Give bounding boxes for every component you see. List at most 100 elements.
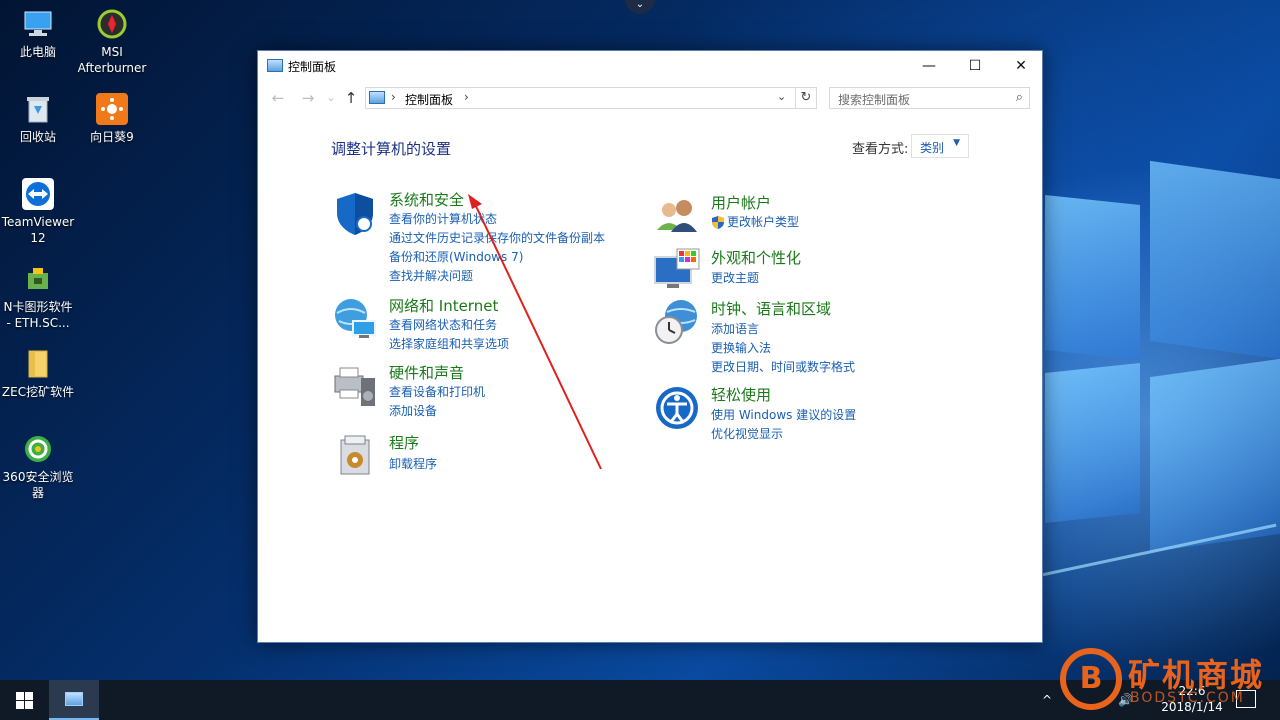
link-change-account-type[interactable]: 更改帐户类型 (727, 213, 799, 230)
category-hardware-sound: 硬件和声音 查看设备和打印机 添加设备 (331, 362, 631, 422)
category-appearance: 外观和个性化 更改主题 (653, 247, 953, 297)
recent-locations-button[interactable]: ⌄ (321, 87, 341, 109)
link-change-theme[interactable]: 更改主题 (711, 269, 759, 286)
desktop-icon-label: 向日葵9 (90, 130, 134, 144)
link-change-input-method[interactable]: 更换输入法 (711, 339, 771, 356)
link-uninstall-program[interactable]: 卸载程序 (389, 455, 437, 472)
link-change-date-time-format[interactable]: 更改日期、时间或数字格式 (711, 358, 855, 375)
desktop-icon-label: ZEC挖矿软件 (1, 385, 75, 399)
breadcrumb-control-panel[interactable]: 控制面板 (405, 91, 453, 108)
search-icon[interactable]: ⌕ (1016, 90, 1023, 105)
desktop-icon-label: 此电脑 (19, 45, 56, 59)
view-by-label: 查看方式: (852, 142, 909, 157)
link-view-computer-status[interactable]: 查看你的计算机状态 (389, 210, 497, 227)
network-globe-icon (331, 295, 379, 343)
category-title[interactable]: 程序 (389, 432, 419, 453)
desktop-icon-nvidia-tool[interactable]: N卡图形软件 - ETH.SC... (0, 263, 76, 331)
navigation-bar: ← → ⌄ ↑ › 控制面板 › ⌄ ↻ 搜索控制面板 ⌕ (258, 85, 1044, 111)
programs-icon (331, 432, 379, 480)
shield-icon (331, 189, 379, 237)
category-title[interactable]: 时钟、语言和区域 (711, 298, 831, 319)
view-by-value: 类别 (920, 141, 945, 155)
wallpaper-window-pane (1045, 363, 1140, 523)
maximize-button[interactable]: ☐ (952, 51, 998, 81)
link-backup-restore[interactable]: 备份和还原(Windows 7) (389, 248, 523, 265)
watermark-site: BODSTC.COM (1130, 690, 1245, 706)
control-panel-icon (369, 91, 385, 104)
desktop-icon-label: TeamViewer 12 (1, 215, 75, 245)
breadcrumb-separator[interactable]: › (464, 90, 469, 104)
link-add-device[interactable]: 添加设备 (389, 402, 437, 419)
desktop-icon-recycle-bin[interactable]: 回收站 (0, 93, 76, 145)
forward-button[interactable]: → (298, 87, 318, 109)
control-panel-icon (65, 692, 83, 706)
refresh-button[interactable]: ↻ (795, 87, 817, 109)
search-input[interactable]: 搜索控制面板 ⌕ (829, 87, 1030, 109)
category-programs: 程序 卸载程序 (331, 432, 631, 482)
watermark: B 矿机商城 BODSTC.COM (1060, 646, 1280, 720)
category-title[interactable]: 外观和个性化 (711, 247, 801, 268)
view-by-dropdown[interactable]: 类别 ▼ (911, 134, 969, 158)
title-bar[interactable]: 控制面板 — ☐ ✕ (258, 51, 1042, 81)
start-button[interactable] (0, 680, 48, 720)
link-network-status[interactable]: 查看网络状态和任务 (389, 316, 497, 333)
up-button[interactable]: ↑ (341, 87, 361, 109)
folder-icon (22, 348, 54, 380)
category-clock-language-region: 时钟、语言和区域 添加语言 更换输入法 更改日期、时间或数字格式 (653, 298, 953, 378)
desktop-icon-label: MSI Afterburner (77, 45, 147, 75)
search-placeholder: 搜索控制面板 (838, 93, 911, 107)
desktop-icon-this-pc[interactable]: 此电脑 (0, 8, 76, 60)
control-panel-icon (267, 59, 283, 72)
link-add-language[interactable]: 添加语言 (711, 320, 759, 337)
desktop-icon-zec-folder[interactable]: ZEC挖矿软件 (0, 348, 76, 400)
desktop-icon-360-browser[interactable]: 360安全浏览 器 (0, 433, 76, 501)
monitor-palette-icon (653, 247, 701, 295)
desktop-icon-msi-afterburner[interactable]: MSI Afterburner (74, 8, 150, 76)
printer-speaker-icon (331, 362, 379, 410)
link-devices-printers[interactable]: 查看设备和打印机 (389, 383, 485, 400)
category-title[interactable]: 轻松使用 (711, 384, 771, 405)
desktop-icon-sunflower[interactable]: 向日葵9 (74, 93, 150, 145)
wallpaper-window-pane (1150, 160, 1280, 360)
category-user-accounts: 用户帐户 更改帐户类型 (653, 192, 953, 242)
computer-icon (22, 8, 54, 40)
windows-logo-icon (16, 692, 24, 700)
watermark-logo: B (1060, 648, 1122, 710)
category-title[interactable]: 硬件和声音 (389, 362, 464, 383)
360-browser-icon (22, 433, 54, 465)
minimize-button[interactable]: — (906, 51, 952, 81)
desktop-icon-teamviewer[interactable]: TeamViewer 12 (0, 178, 76, 246)
tray-overflow-button[interactable]: ^ (1042, 680, 1052, 720)
address-dropdown-icon[interactable]: ⌄ (777, 90, 786, 103)
taskbar-control-panel-button[interactable] (49, 680, 99, 720)
caret-down-icon: ▼ (953, 138, 960, 148)
category-title[interactable]: 用户帐户 (711, 192, 771, 213)
link-file-history[interactable]: 通过文件历史记录保存你的文件备份副本 (389, 229, 605, 246)
link-recommended-settings[interactable]: 使用 Windows 建议的设置 (711, 406, 856, 423)
category-title[interactable]: 网络和 Internet (389, 295, 498, 316)
category-network-internet: 网络和 Internet 查看网络状态和任务 选择家庭组和共享选项 (331, 295, 631, 355)
sunflower-icon (96, 93, 128, 125)
clock-globe-icon (653, 298, 701, 346)
msi-afterburner-icon (96, 8, 128, 40)
link-homegroup[interactable]: 选择家庭组和共享选项 (389, 335, 509, 352)
category-title[interactable]: 系统和安全 (389, 189, 464, 210)
close-button[interactable]: ✕ (998, 51, 1044, 81)
desktop-icon-label: N卡图形软件 - ETH.SC... (3, 300, 73, 330)
link-optimize-visual-display[interactable]: 优化视觉显示 (711, 425, 783, 442)
back-button[interactable]: ← (268, 87, 288, 109)
wallpaper-window-pane (1045, 195, 1140, 360)
desktop-icon-label: 回收站 (19, 130, 56, 144)
desktop-icon-label: 360安全浏览 器 (2, 470, 74, 500)
address-bar[interactable]: › 控制面板 › ⌄ (365, 87, 796, 109)
teamviewer-icon (22, 178, 54, 210)
link-troubleshoot[interactable]: 查找并解决问题 (389, 267, 473, 284)
users-icon (653, 192, 701, 240)
uac-shield-icon (711, 214, 725, 229)
breadcrumb-separator: › (391, 90, 396, 104)
wallpaper-window-pane (1150, 358, 1280, 553)
recycle-bin-icon (22, 93, 54, 125)
window-title: 控制面板 (288, 60, 337, 74)
accessibility-icon (653, 384, 701, 432)
control-panel-window: 控制面板 — ☐ ✕ ← → ⌄ ↑ › 控制面板 › ⌄ ↻ 搜索控制面板 ⌕… (257, 50, 1043, 643)
